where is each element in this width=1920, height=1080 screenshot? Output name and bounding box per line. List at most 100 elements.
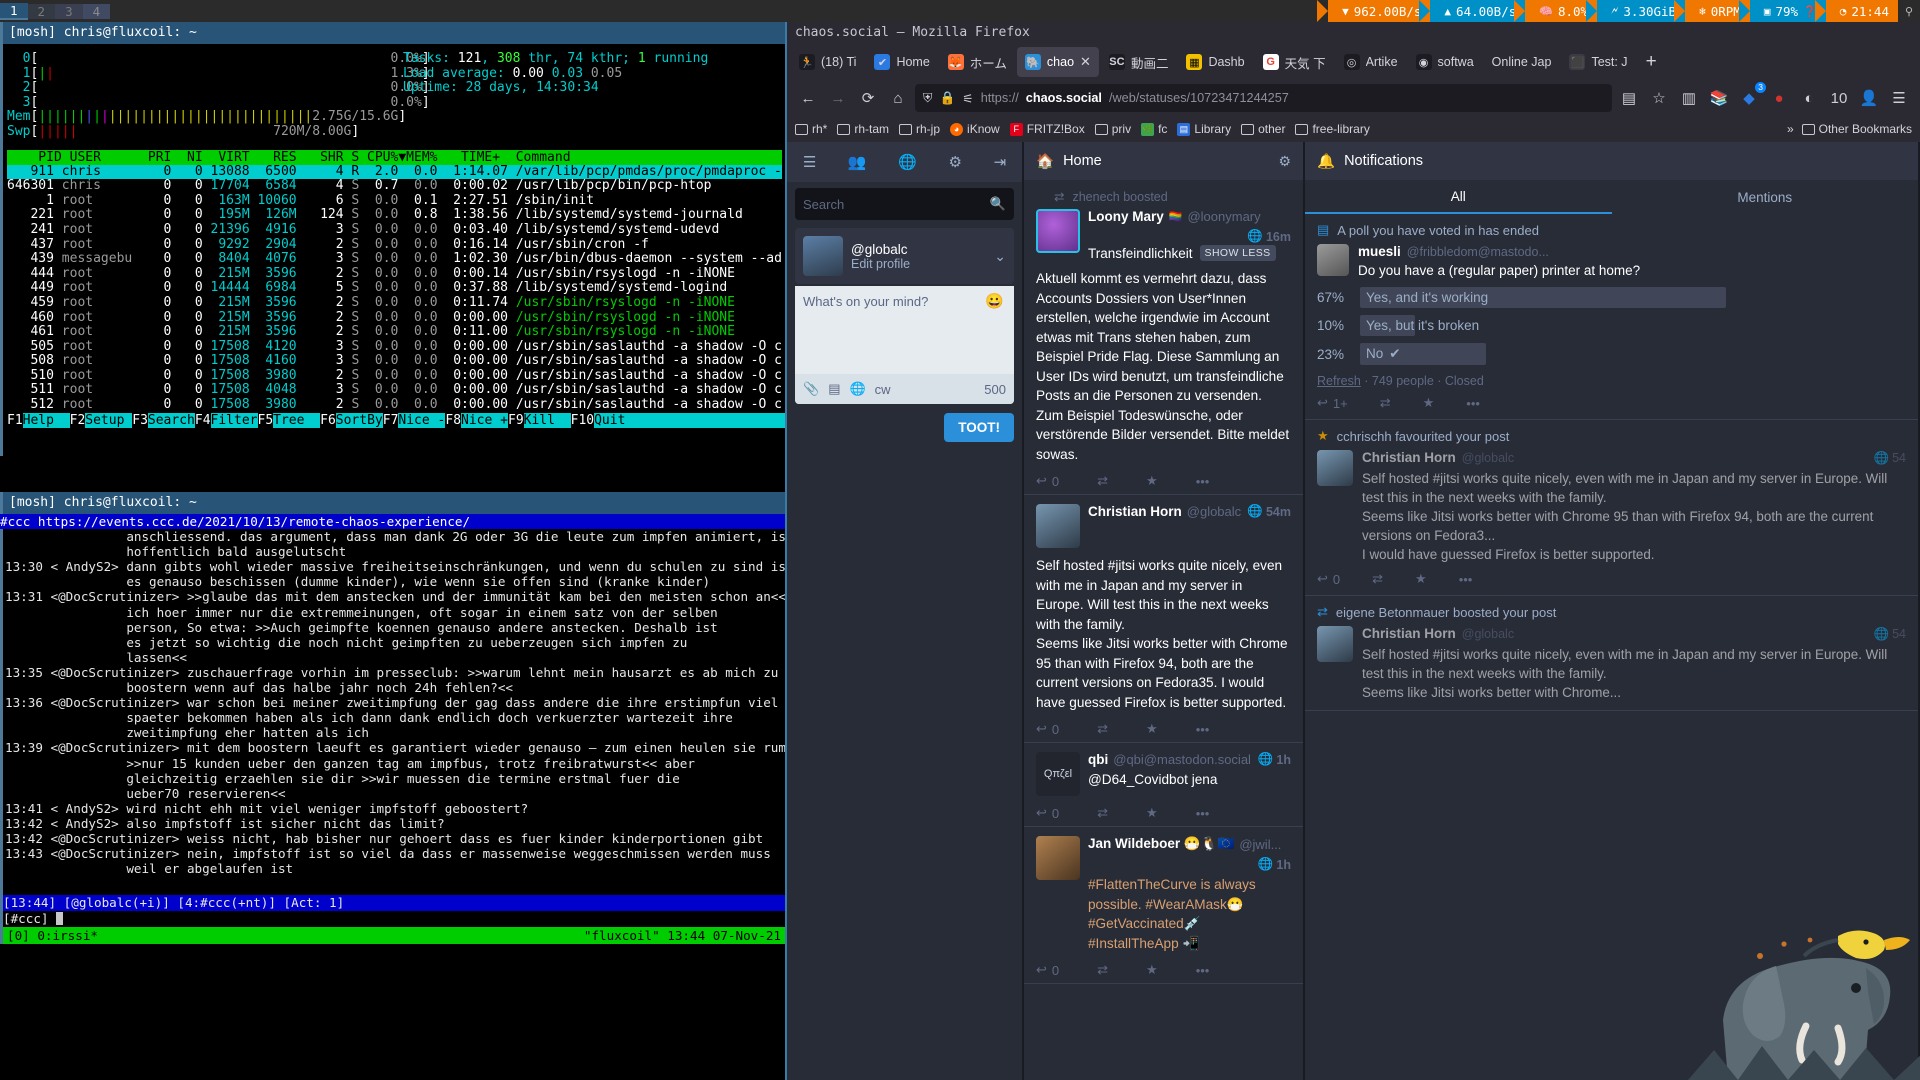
sliders-icon[interactable]: ⚙ [1278, 153, 1291, 170]
tab-strip[interactable]: 🏃 (18) Ti ✔ Home 🦊 ホーム 🐘 chao ✕ SC 動画二 ▦ Dashb … [787, 44, 1920, 80]
counter-badge[interactable]: 10 [1826, 85, 1852, 111]
table-row[interactable]: 461 root 0 0 215M 3596 2 S 0.0 0.0 0:11.… [7, 325, 782, 340]
extension-dark-icon[interactable]: ◐ [1796, 85, 1822, 111]
tab-mentions[interactable]: Mentions [1612, 180, 1919, 214]
profile-card[interactable]: @globalc Edit profile ⌄ [795, 228, 1014, 284]
table-row[interactable]: 449 root 0 0 14444 6984 5 S 0.0 0.0 0:37… [7, 281, 782, 296]
back-icon[interactable]: ← [795, 85, 821, 111]
menu-icon[interactable]: ☰ [1886, 85, 1912, 111]
bookmark-rh[interactable]: rh* [795, 122, 827, 136]
gear-icon[interactable]: ⚙ [949, 153, 962, 171]
sidebar-icon[interactable]: ▥ [1676, 85, 1702, 111]
fkey-7-label[interactable]: Nice - [398, 412, 446, 428]
table-row[interactable]: 511 root 0 0 17508 4048 3 S 0.0 0.0 0:00… [7, 383, 782, 398]
fkey-9-label[interactable]: Kill [523, 412, 571, 428]
fkey-4-label[interactable]: Filter [210, 412, 258, 428]
permissions-icon[interactable]: ⚟ [962, 91, 973, 106]
extension-red-icon[interactable]: ● [1766, 85, 1792, 111]
avatar[interactable] [1317, 626, 1353, 662]
tray-extra-icon[interactable]: ⚲ [1898, 0, 1920, 22]
forward-icon[interactable]: → [825, 85, 851, 111]
bookmark-fc[interactable]: 🌿 fc [1141, 122, 1167, 136]
favourite-button[interactable]: ★ [1146, 473, 1158, 489]
reply-button[interactable]: ↩ 0 [1036, 473, 1059, 489]
bookmark-fritzbox[interactable]: F FRITZ!Box [1009, 122, 1085, 136]
fkey-10-label[interactable]: Quit [594, 412, 642, 428]
fkey-8-label[interactable]: Nice + [461, 412, 508, 428]
cw-toggle[interactable]: cw [875, 382, 891, 397]
emoji-icon[interactable]: 😀 [985, 292, 1004, 310]
home-icon[interactable]: ⌂ [885, 85, 911, 111]
search-icon[interactable]: 🔍 [990, 196, 1006, 212]
avatar[interactable]: Qπζεl [1036, 752, 1080, 796]
table-row[interactable]: 505 root 0 0 17508 4120 3 S 0.0 0.0 0:00… [7, 340, 782, 355]
tab-software[interactable]: ◉ softwa [1408, 47, 1482, 77]
bookmark-star-icon[interactable]: ☆ [1646, 85, 1672, 111]
table-row[interactable]: 508 root 0 0 17508 4160 3 S 0.0 0.0 0:00… [7, 354, 782, 369]
more-button[interactable]: ••• [1466, 396, 1480, 411]
fkey-5-label[interactable]: Tree [273, 412, 321, 428]
boost-button[interactable]: ⇄ [1097, 962, 1108, 978]
poll-icon[interactable]: ▤ [828, 381, 840, 397]
toot-button[interactable]: TOOT! [944, 413, 1014, 442]
poll-option[interactable]: 10% Yes, but it's broken [1317, 315, 1906, 336]
poll-refresh-link[interactable]: Refresh [1317, 374, 1361, 388]
extension-blue-icon[interactable]: ◆ 3 [1736, 82, 1766, 111]
edit-profile-link[interactable]: Edit profile [851, 257, 986, 271]
fkey-2-label[interactable]: Setup [85, 412, 133, 428]
avatar[interactable] [1036, 836, 1080, 880]
tab-weather[interactable]: G 天気 下 [1255, 47, 1334, 77]
more-button[interactable]: ••• [1459, 572, 1473, 587]
tab-chaos-social[interactable]: 🐘 chao ✕ [1016, 47, 1099, 77]
status-actions[interactable]: ↩ 0 ⇄ ★ ••• [1036, 721, 1291, 737]
status-actions[interactable]: ↩ 0 ⇄ ★ ••• [1036, 805, 1291, 821]
mastodon-navigation[interactable]: ☰ 👥 🌐 ⚙ ⇥ [787, 142, 1022, 182]
hamburger-icon[interactable]: ☰ [803, 153, 816, 171]
notification-filter-tabs[interactable]: All Mentions [1305, 180, 1918, 214]
table-row[interactable]: 1 root 0 0 163M 10060 6 S 0.0 0.1 2:27.5… [7, 194, 782, 209]
boost-button[interactable]: ⇄ [1097, 473, 1108, 489]
status-actions[interactable]: ↩ 0 ⇄ ★ ••• [1036, 962, 1291, 978]
reader-mode-icon[interactable]: ▤ [1616, 85, 1642, 111]
fkey-3-label[interactable]: Search [147, 412, 195, 428]
boost-button[interactable]: ⇄ [1097, 805, 1108, 821]
workspace-1[interactable]: 1 [0, 2, 28, 20]
reply-button[interactable]: ↩ 0 [1036, 721, 1059, 737]
fkey-1-label[interactable]: Help [22, 412, 70, 428]
table-row[interactable]: 437 root 0 0 9292 2904 2 S 0.0 0.0 0:16.… [7, 238, 782, 253]
avatar[interactable] [1036, 504, 1080, 548]
library-icon[interactable]: 📚 [1706, 85, 1732, 111]
table-row[interactable]: 460 root 0 0 215M 3596 2 S 0.0 0.0 0:00.… [7, 311, 782, 326]
new-tab-button[interactable]: + [1638, 51, 1665, 73]
logout-icon[interactable]: ⇥ [994, 153, 1007, 171]
favourite-button[interactable]: ★ [1146, 721, 1158, 737]
more-button[interactable]: ••• [1196, 722, 1210, 737]
bookmark-free-library[interactable]: free-library [1295, 122, 1370, 136]
favourite-button[interactable]: ★ [1146, 805, 1158, 821]
htop-process-list[interactable]: 911 chris 0 0 13088 6500 4 R 2.0 0.0 1:1… [7, 164, 785, 413]
status-actions[interactable]: ↩ 0 ⇄ ★ ••• [1317, 571, 1906, 587]
reload-icon[interactable]: ⟳ [855, 85, 881, 111]
tab-all[interactable]: All [1305, 180, 1612, 214]
favourite-button[interactable]: ★ [1146, 962, 1158, 978]
tab-home-jp[interactable]: 🦊 ホーム [940, 47, 1015, 77]
tab-sc-douga[interactable]: SC 動画二 [1101, 47, 1177, 77]
list-item[interactable]: Christian Horn @globalc 🌐 54m Self hosted… [1024, 495, 1303, 743]
tmux-window-list[interactable]: [0] 0:irssi* [7, 927, 98, 944]
tab-dashboard[interactable]: ▦ Dashb [1178, 47, 1252, 77]
poll-option[interactable]: 23% No ✔ [1317, 343, 1906, 365]
status-actions[interactable]: ↩ 0 ⇄ ★ ••• [1036, 473, 1291, 489]
account-icon[interactable]: 👤 [1856, 85, 1882, 111]
table-row[interactable]: 911 chris 0 0 13088 6500 4 R 2.0 0.0 1:1… [7, 164, 782, 180]
tab-timeline[interactable]: 🏃 (18) Ti [791, 47, 864, 77]
avatar[interactable] [1317, 450, 1353, 486]
table-row[interactable]: 510 root 0 0 17508 3980 2 S 0.0 0.0 0:00… [7, 369, 782, 384]
reply-button[interactable]: ↩ 1+ [1317, 395, 1348, 411]
address-bar[interactable]: ⛨ 🔒 ⚟ https:// chaos.social/web/statuses/… [915, 84, 1612, 112]
search-input[interactable]: Search 🔍 [795, 188, 1014, 220]
list-item[interactable]: ▤ A poll you have voted in has ended mue… [1305, 214, 1918, 420]
globe-icon[interactable]: 🌐 [898, 153, 917, 171]
tab-artikel[interactable]: ◎ Artike [1336, 47, 1406, 77]
table-row[interactable]: 459 root 0 0 215M 3596 2 S 0.0 0.0 0:11.… [7, 296, 782, 311]
poll-option[interactable]: 67% Yes, and it's working [1317, 287, 1906, 308]
